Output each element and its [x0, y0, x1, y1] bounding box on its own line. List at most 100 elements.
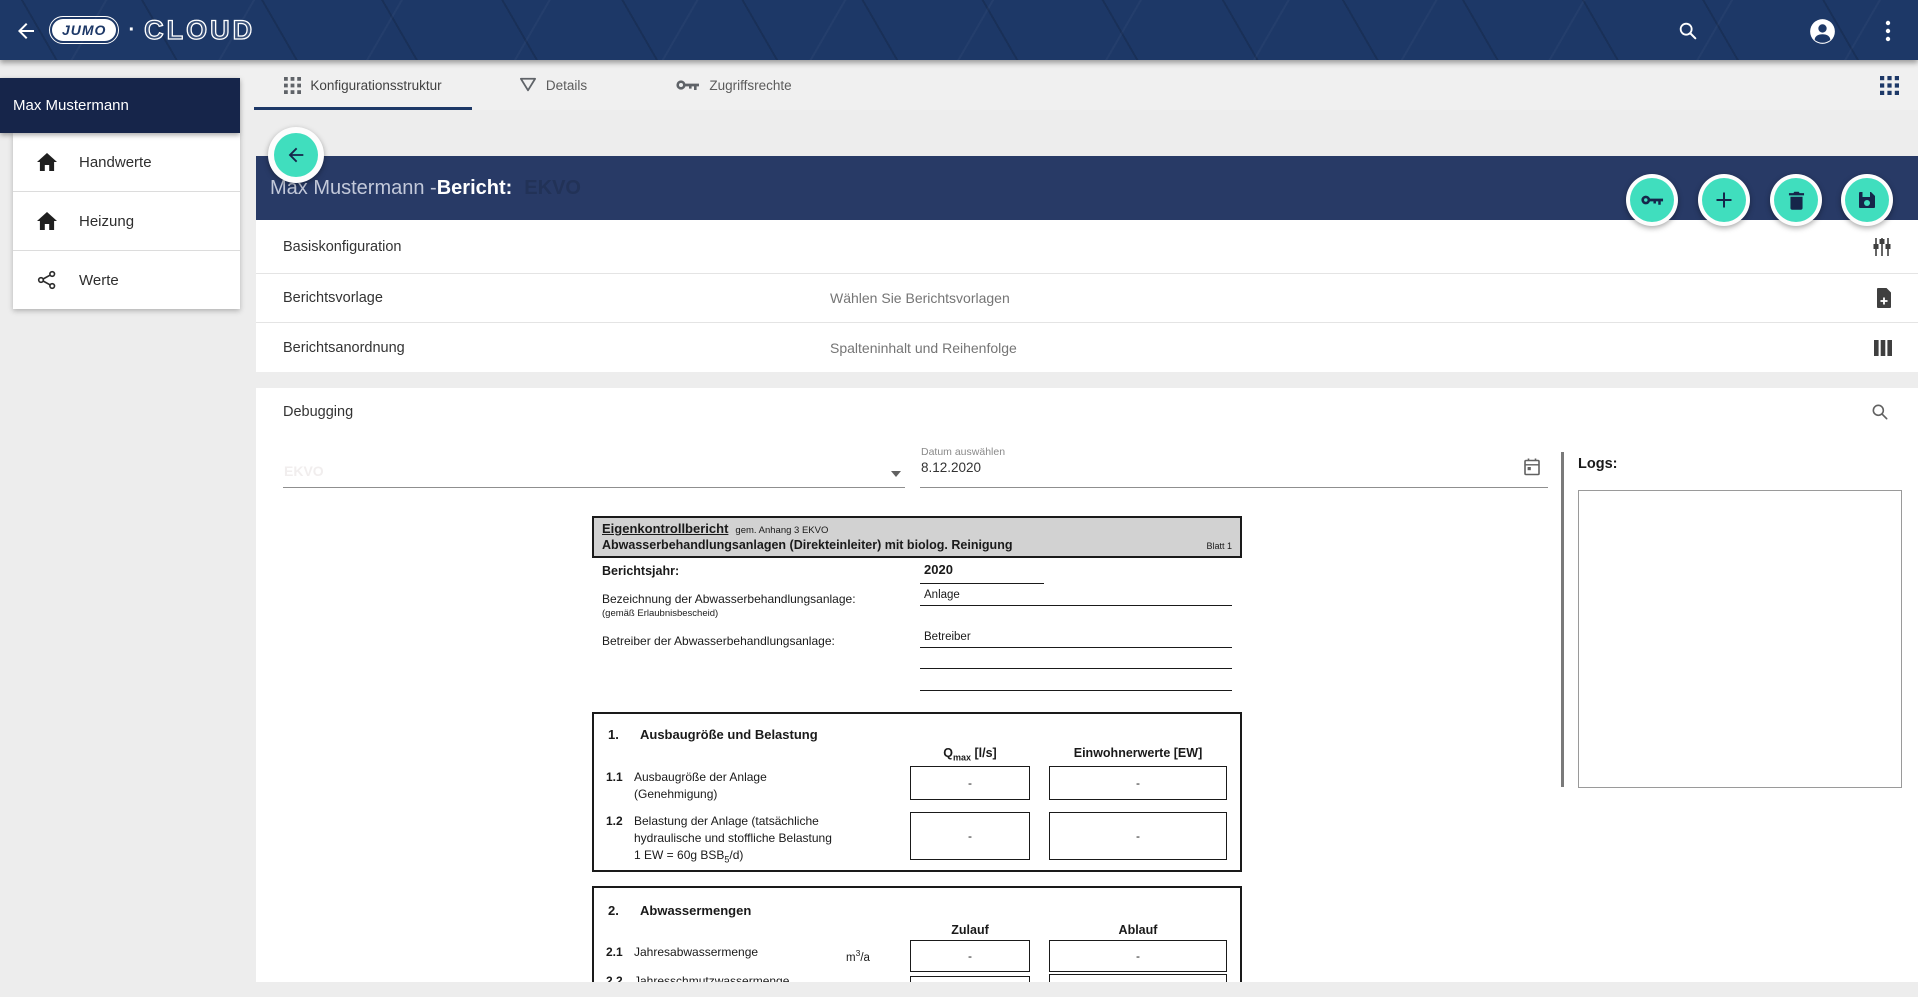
- item-text: Jahresabwassermenge: [634, 945, 758, 959]
- value-box: -: [1049, 940, 1227, 972]
- home-icon: [37, 212, 57, 230]
- tab-konfigurationsstruktur[interactable]: Konfigurationsstruktur: [254, 60, 472, 110]
- chevron-down-icon: [891, 471, 901, 477]
- jumo-cloud-app: JUMO · CLOUD Konfigurationsstruktur: [0, 0, 1918, 997]
- add-fab-button[interactable]: [1698, 174, 1750, 226]
- app-back-button[interactable]: [14, 18, 40, 44]
- sidebar-menu: Handwerte Heizung Werte: [13, 133, 240, 309]
- sidebar-item-label: Werte: [79, 272, 119, 289]
- document-fields: Berichtsjahr: 2020 Bezeichnung der Abwas…: [592, 562, 1242, 710]
- plant-name-label: Bezeichnung der Abwasserbehandlungsanlag…: [602, 592, 856, 606]
- tab-zugriffsrechte[interactable]: Zugriffsrechte: [650, 60, 818, 110]
- sidebar-item-heizung[interactable]: Heizung: [13, 192, 240, 251]
- save-icon: [1858, 191, 1876, 209]
- report-type-select[interactable]: EKVO: [283, 440, 905, 488]
- column-header-ablauf: Ablauf: [1049, 923, 1227, 937]
- sidebar-item-handwerte[interactable]: Handwerte: [13, 133, 240, 192]
- section-title: Abwassermengen: [640, 903, 751, 918]
- back-fab-circle: [274, 133, 318, 177]
- apps-grid-button[interactable]: [1880, 76, 1900, 96]
- item-text: Jahresschmutzwassermenge: [634, 974, 789, 982]
- grid-icon: [284, 77, 301, 94]
- document-section-1: 1. Ausbaugröße und Belastung Qmax [l/s] …: [592, 712, 1242, 872]
- tab-label: Zugriffsrechte: [709, 78, 791, 93]
- tab-details[interactable]: Details: [492, 60, 614, 110]
- fab-circle: [1702, 178, 1746, 222]
- section-title: Ausbaugröße und Belastung: [640, 727, 818, 742]
- account-button[interactable]: [1808, 17, 1836, 45]
- value-box: [910, 976, 1030, 982]
- item-number: 1.2: [606, 814, 623, 828]
- logo-separator: ·: [128, 19, 135, 42]
- column-header-ew: Einwohnerwerte [EW]: [1049, 746, 1227, 760]
- item-number: 1.1: [606, 770, 623, 784]
- sidebar-item-label: Handwerte: [79, 154, 152, 171]
- blank-underline: [920, 652, 1232, 669]
- filter-icon: [519, 77, 537, 93]
- more-vert-icon: [1885, 19, 1891, 43]
- row-berichtsvorlage[interactable]: Berichtsvorlage Wählen Sie Berichtsvorla…: [256, 274, 1918, 323]
- item-text: Ausbaugröße der Anlage: [634, 770, 767, 784]
- jumo-logo-pill: JUMO: [52, 19, 116, 41]
- blank-underline: [920, 674, 1232, 691]
- item-text: Belastung der Anlage (tatsächliche: [634, 814, 819, 828]
- tab-bar: Konfigurationsstruktur Details Zugriffsr…: [240, 60, 1918, 110]
- document-header: Eigenkontrollbericht gem. Anhang 3 EKVO …: [592, 516, 1242, 558]
- fab-circle: [1774, 178, 1818, 222]
- date-field-value[interactable]: 8.12.2020: [921, 460, 981, 475]
- row-basiskonfiguration[interactable]: Basiskonfiguration: [256, 220, 1918, 274]
- operator-underline: [920, 631, 1232, 648]
- document-title-note: gem. Anhang 3 EKVO: [735, 525, 828, 536]
- date-picker-field[interactable]: Datum auswählen 8.12.2020: [920, 428, 1548, 488]
- back-fab-button[interactable]: [268, 127, 324, 183]
- section-number: 1.: [608, 727, 619, 742]
- debugging-card: Debugging EKVO Datum auswählen 8.12.2020…: [256, 388, 1918, 982]
- back-arrow-icon: [285, 144, 307, 166]
- search-icon: [1870, 402, 1890, 422]
- column-header-qmax: Qmax [l/s]: [910, 746, 1030, 763]
- sidebar-user-header: Max Mustermann: [0, 78, 240, 133]
- jumo-cloud-logo: JUMO · CLOUD: [52, 0, 255, 60]
- plant-name-underline: [920, 589, 1232, 606]
- document-sheet-number: Blatt 1: [1206, 541, 1232, 551]
- back-arrow-icon: [14, 19, 38, 43]
- sidebar-item-label: Heizung: [79, 213, 134, 230]
- key-icon: [676, 78, 700, 92]
- apps-grid-icon: [1880, 76, 1900, 95]
- search-button[interactable]: [1674, 17, 1702, 45]
- app-bar: JUMO · CLOUD: [0, 0, 1918, 60]
- pane-divider: [1561, 452, 1564, 787]
- item-text: hydraulische und stoffliche Belastung: [634, 831, 832, 845]
- columns-icon[interactable]: [1874, 340, 1892, 356]
- debugging-search-button[interactable]: [1870, 402, 1890, 422]
- row-label: Berichtsvorlage: [283, 290, 383, 306]
- row-berichtsanordnung[interactable]: Berichtsanordnung Spalteninhalt und Reih…: [256, 323, 1918, 372]
- note-add-icon[interactable]: [1876, 288, 1892, 308]
- logs-label: Logs:: [1578, 456, 1617, 472]
- key-icon: [1641, 193, 1664, 207]
- sidebar-item-werte[interactable]: Werte: [13, 251, 240, 309]
- calendar-icon[interactable]: [1524, 458, 1540, 476]
- trash-icon: [1788, 191, 1805, 210]
- row-label: Basiskonfiguration: [283, 239, 402, 255]
- report-title: Bericht:: [437, 177, 513, 200]
- report-name-ghost-value[interactable]: EKVO: [524, 177, 581, 200]
- item-number: 2.2: [606, 974, 623, 982]
- item-text: (Genehmigung): [634, 787, 717, 801]
- year-underline: [920, 566, 1044, 584]
- account-icon: [1809, 18, 1836, 45]
- permissions-fab-button[interactable]: [1626, 174, 1678, 226]
- item-number: 2.1: [606, 945, 623, 959]
- save-fab-button[interactable]: [1841, 174, 1893, 226]
- operator-label: Betreiber der Abwasserbehandlungsanlage:: [602, 634, 835, 648]
- overflow-menu-button[interactable]: [1874, 17, 1902, 45]
- plus-icon: [1714, 190, 1734, 210]
- tab-label: Details: [546, 78, 587, 93]
- tune-icon[interactable]: [1872, 237, 1892, 257]
- value-box: [1049, 974, 1227, 982]
- delete-fab-button[interactable]: [1770, 174, 1822, 226]
- column-header-zulauf: Zulauf: [910, 923, 1030, 937]
- share-icon: [37, 270, 57, 290]
- item-text: 1 EW = 60g BSB5/d): [634, 848, 743, 864]
- debugging-title: Debugging: [283, 404, 353, 420]
